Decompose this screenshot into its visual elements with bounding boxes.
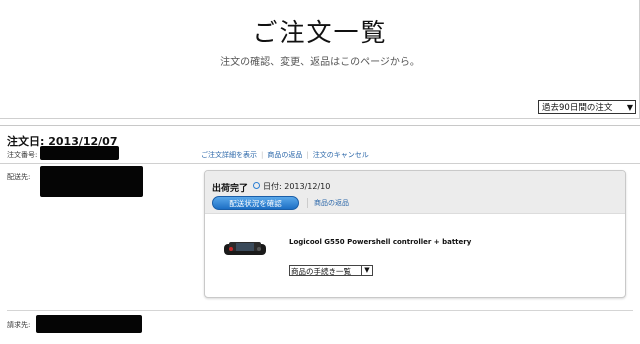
shipment-header: 出荷完了 日付: 2013/12/10 配送状況を確認 商品の返品	[205, 171, 625, 214]
redacted-ship-address	[40, 166, 143, 197]
return-item-link[interactable]: 商品の返品	[307, 198, 349, 208]
page-title: ご注文一覧	[252, 18, 388, 47]
shipment-card: 出荷完了 日付: 2013/12/10 配送状況を確認 商品の返品 Logico…	[204, 170, 626, 298]
shipment-date: 日付: 2013/12/10	[263, 182, 331, 191]
redacted-order-number	[40, 146, 119, 160]
page-subtitle: 注文の確認、変更、返品はこのページから。	[220, 57, 420, 68]
ship-to-label: 配送先:	[7, 173, 31, 181]
bill-to-label: 請求先:	[7, 321, 31, 329]
redacted-bill-address	[36, 315, 142, 333]
cancel-order-link[interactable]: 注文のキャンセル	[313, 151, 369, 159]
order-number-label: 注文番号:	[7, 151, 38, 159]
divider	[0, 163, 640, 164]
link-separator: |	[306, 151, 309, 159]
track-package-button[interactable]: 配送状況を確認	[212, 196, 299, 210]
product-image[interactable]	[223, 238, 267, 260]
product-actions-select[interactable]: 商品の手続き一覧 ▼	[289, 265, 373, 276]
clock-icon	[253, 182, 260, 189]
chevron-down-icon: ▼	[626, 103, 633, 112]
order-period-value: 過去90日間の注文	[542, 103, 613, 113]
shipment-status: 出荷完了	[212, 184, 249, 194]
order-links: ご注文詳細を表示 | 商品の返品 | 注文のキャンセル	[201, 150, 369, 160]
order-period-select[interactable]: 過去90日間の注文 ▼	[538, 100, 636, 114]
product-actions-value: 商品の手続き一覧	[291, 267, 351, 276]
divider	[0, 125, 640, 126]
view-order-details-link[interactable]: ご注文詳細を表示	[201, 151, 257, 159]
divider	[7, 310, 633, 311]
product-name-link[interactable]: Logicool G550 Powershell controller + ba…	[289, 238, 471, 246]
chevron-down-icon: ▼	[361, 265, 372, 276]
return-items-link[interactable]: 商品の返品	[267, 151, 302, 159]
link-separator: |	[261, 151, 264, 159]
